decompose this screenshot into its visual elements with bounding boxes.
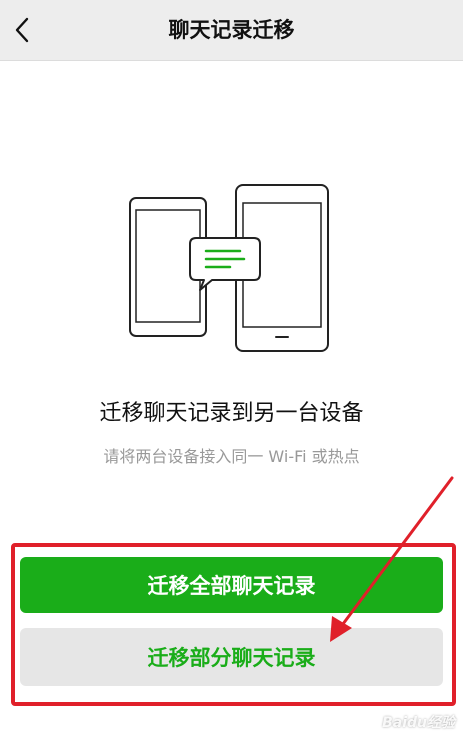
page-title: 聊天记录迁移 bbox=[168, 18, 295, 42]
chevron-left-icon bbox=[15, 17, 29, 43]
migration-headline: 迁移聊天记录到另一台设备 bbox=[99, 401, 364, 426]
navigation-bar: 聊天记录迁移 bbox=[0, 0, 463, 61]
back-button[interactable] bbox=[6, 12, 38, 48]
migrate-all-button[interactable]: 迁移全部聊天记录 bbox=[20, 557, 443, 613]
watermark: Baidu经验 bbox=[382, 715, 455, 731]
phone-to-tablet-transfer-icon bbox=[129, 184, 329, 352]
migrate-partial-button[interactable]: 迁移部分聊天记录 bbox=[20, 628, 443, 686]
wifi-hint: 请将两台设备接入同一 Wi-Fi 或热点 bbox=[103, 447, 360, 466]
